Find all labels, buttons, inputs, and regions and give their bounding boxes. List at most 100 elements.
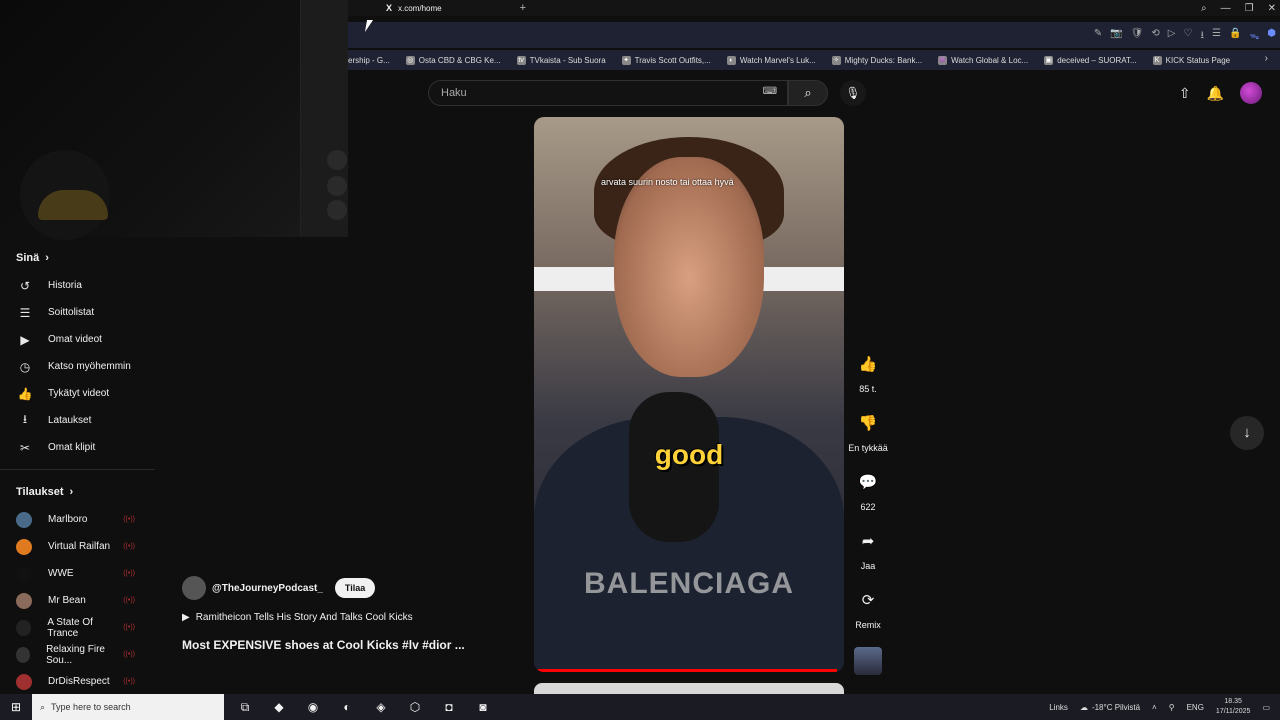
links-toolbar[interactable]: Links bbox=[1049, 703, 1068, 712]
bookmark-item[interactable]: ◎ Osta CBD & CBG Ke... bbox=[405, 55, 501, 65]
toolbar-icon[interactable]: ▷ bbox=[1168, 28, 1176, 45]
bookmark-label: Watch Marvel's Luk... bbox=[739, 55, 816, 65]
taskbar-app-icon[interactable]: ◙ bbox=[474, 700, 492, 715]
subscription-item[interactable]: Marlboro ((•)) bbox=[0, 506, 155, 533]
live-indicator-icon: ((•)) bbox=[123, 651, 135, 658]
sidebar-you-title[interactable]: Sinä › bbox=[0, 244, 155, 272]
windows-start-icon[interactable]: ⊞ bbox=[0, 700, 32, 714]
video-progress-bar[interactable] bbox=[538, 669, 837, 672]
toolbar-icon[interactable]: 🔒 bbox=[1229, 28, 1241, 45]
channel-avatar[interactable] bbox=[182, 576, 206, 600]
sidebar-item-label: Soittolistat bbox=[48, 307, 95, 318]
browser-search-icon[interactable]: ⌕ bbox=[1201, 3, 1207, 14]
subscription-item[interactable]: WWE ((•)) bbox=[0, 560, 155, 587]
sidebar: Sinä › ↺ Historia ☰ Soittolistat ▶ Omat video… bbox=[0, 244, 155, 694]
toolbar-icon[interactable]: ✎ bbox=[1094, 28, 1102, 45]
toolbar-icon[interactable]: 🛡 bbox=[1131, 28, 1144, 45]
sidebar-item-label: Omat klipit bbox=[48, 442, 96, 453]
notifications-icon[interactable]: ▭ bbox=[1262, 703, 1270, 712]
dislike-icon[interactable]: 👎 bbox=[851, 409, 885, 439]
next-video-button[interactable]: ↓ bbox=[1230, 416, 1264, 450]
toolbar-icon[interactable]: ☰ bbox=[1212, 28, 1221, 45]
sidebar-item[interactable]: ↺ Historia bbox=[0, 272, 155, 299]
taskbar-search-input[interactable]: ⌕ Type here to search bbox=[32, 694, 224, 720]
channel-avatar bbox=[16, 592, 32, 609]
video-title[interactable]: Most EXPENSIVE shoes at Cool Kicks #lv #… bbox=[182, 638, 465, 652]
taskbar-app-icon[interactable]: ◘ bbox=[440, 700, 458, 715]
sidebar-item[interactable]: ▶ Omat videot bbox=[0, 326, 155, 353]
minimize-button[interactable]: — bbox=[1221, 3, 1231, 14]
bookmark-item[interactable]: ✦ Travis Scott Outfits,... bbox=[621, 55, 711, 65]
restore-button[interactable]: ❐ bbox=[1245, 3, 1254, 14]
bookmark-label: TVkaista - Sub Suora bbox=[529, 55, 606, 65]
live-indicator-icon: ((•)) bbox=[123, 516, 135, 523]
toolbar-icon[interactable]: 📷 bbox=[1110, 28, 1122, 45]
sidebar-item[interactable]: ☰ Soittolistat bbox=[0, 299, 155, 326]
toolbar-icon[interactable]: ⟲ bbox=[1151, 28, 1159, 45]
playlist-link[interactable]: ▶ Ramitheicon Tells His Story And Talks … bbox=[182, 612, 413, 623]
bookmark-label: ership - G... bbox=[348, 55, 390, 65]
bell-icon[interactable]: 🔔 bbox=[1207, 85, 1224, 102]
address-bar[interactable]: ✎ 📷 🛡 ⟲ ▷ ♡ ⭳ ☰ 🔒 ᯓ ⬢ bbox=[348, 22, 1280, 48]
channel-avatar bbox=[16, 673, 32, 690]
taskbar-app-icon[interactable]: ◈ bbox=[372, 700, 390, 715]
taskbar-app-icon[interactable]: ◉ bbox=[304, 700, 322, 715]
language-indicator[interactable]: ENG bbox=[1187, 703, 1204, 712]
subscription-item[interactable]: Relaxing Fire Sou... ((•)) bbox=[0, 641, 155, 668]
subscription-item[interactable]: Virtual Railfan ((•)) bbox=[0, 533, 155, 560]
bookmark-item[interactable]: tv TVkaista - Sub Suora bbox=[516, 55, 606, 65]
bookmarks-more-button[interactable]: › bbox=[1265, 53, 1268, 64]
subscription-item[interactable]: DrDisRespect ((•)) bbox=[0, 668, 155, 695]
browser-tab[interactable]: X x.com/home bbox=[378, 0, 450, 16]
bookmark-item[interactable]: ership - G... bbox=[348, 56, 390, 65]
network-icon[interactable]: ⚲ bbox=[1169, 703, 1175, 712]
share-icon[interactable]: ➦ bbox=[851, 527, 885, 557]
toolbar-icon[interactable]: ⭳ bbox=[1200, 28, 1204, 45]
taskbar-app-icon[interactable]: ⧉ bbox=[236, 700, 254, 715]
subscribe-button[interactable]: Tilaa bbox=[334, 578, 376, 598]
tray-expand-icon[interactable]: ˄ bbox=[1152, 703, 1157, 712]
avatar[interactable] bbox=[1240, 82, 1262, 104]
new-tab-button[interactable]: + bbox=[520, 2, 526, 14]
sidebar-item[interactable]: ◷ Katso myöhemmin bbox=[0, 353, 155, 380]
sidebar-item-icon: ☰ bbox=[19, 305, 31, 320]
search-input[interactable]: Haku ⌨ bbox=[428, 80, 788, 106]
comment-icon[interactable]: 💬 bbox=[851, 468, 885, 498]
weather-widget[interactable]: ☁ -18°C Pilvistä bbox=[1080, 703, 1140, 712]
x-logo-icon: X bbox=[386, 3, 393, 13]
share-action: ➦ Jaa bbox=[851, 527, 885, 586]
taskbar-app-icon[interactable]: ◆ bbox=[270, 700, 288, 715]
sidebar-item[interactable]: ⭳ Lataukset bbox=[0, 407, 155, 434]
toolbar-icon[interactable]: ᯓ bbox=[1249, 28, 1259, 45]
bookmark-item[interactable]: ▣ deceived – SUORAT... bbox=[1044, 55, 1137, 65]
subscription-item[interactable]: A State Of Trance ((•)) bbox=[0, 614, 155, 641]
mic-icon[interactable]: 🎙 bbox=[840, 80, 866, 106]
sidebar-subs-title[interactable]: Tilaukset › bbox=[0, 478, 155, 506]
bookmark-icon: ✦ bbox=[621, 55, 631, 65]
toolbar-icon[interactable]: ♡ bbox=[1184, 28, 1193, 45]
taskbar-app-icon[interactable]: ⬡ bbox=[406, 700, 424, 715]
bookmark-item[interactable]: K KICK Status Page bbox=[1152, 55, 1230, 65]
short-video-player[interactable]: BALENCIAGA arvata suurin nosto tai ottaa… bbox=[534, 117, 844, 672]
taskbar-apps: ⧉ ◆ ◉ ◐ ◈ ⬡ ◘ ◙ bbox=[236, 700, 492, 715]
search-button[interactable]: ⌕ bbox=[788, 80, 828, 106]
taskbar-app-icon[interactable]: ◐ bbox=[338, 700, 356, 715]
subscription-item[interactable]: Mr Bean ((•)) bbox=[0, 587, 155, 614]
bookmark-item[interactable]: ✧ Mighty Ducks: Bank... bbox=[831, 55, 922, 65]
keyboard-icon[interactable]: ⌨ bbox=[763, 86, 777, 97]
bookmark-item[interactable]: ◐ Watch Marvel's Luk... bbox=[726, 55, 816, 65]
sidebar-item[interactable]: 👍 Tykätyt videot bbox=[0, 380, 155, 407]
clock[interactable]: 18.35 17/11/2025 bbox=[1216, 697, 1251, 717]
sidebar-item[interactable]: ✂ Omat klipit bbox=[0, 434, 155, 461]
upload-icon[interactable]: ⇧ bbox=[1179, 85, 1191, 102]
bookmark-item[interactable]: 👾 Watch Global & Loc... bbox=[938, 55, 1028, 65]
remix-icon[interactable]: ⟳ bbox=[851, 586, 885, 616]
like-icon[interactable]: 👍 bbox=[851, 350, 885, 380]
channel-name[interactable]: @TheJourneyPodcast_ bbox=[212, 583, 323, 594]
toolbar-icon[interactable]: ⬢ bbox=[1267, 28, 1276, 45]
sidebar-item-label: Lataukset bbox=[48, 415, 92, 426]
subscription-label: WWE bbox=[48, 568, 74, 579]
sound-thumbnail[interactable] bbox=[854, 647, 882, 675]
live-indicator-icon: ((•)) bbox=[123, 597, 135, 604]
close-button[interactable]: ✕ bbox=[1268, 3, 1276, 14]
